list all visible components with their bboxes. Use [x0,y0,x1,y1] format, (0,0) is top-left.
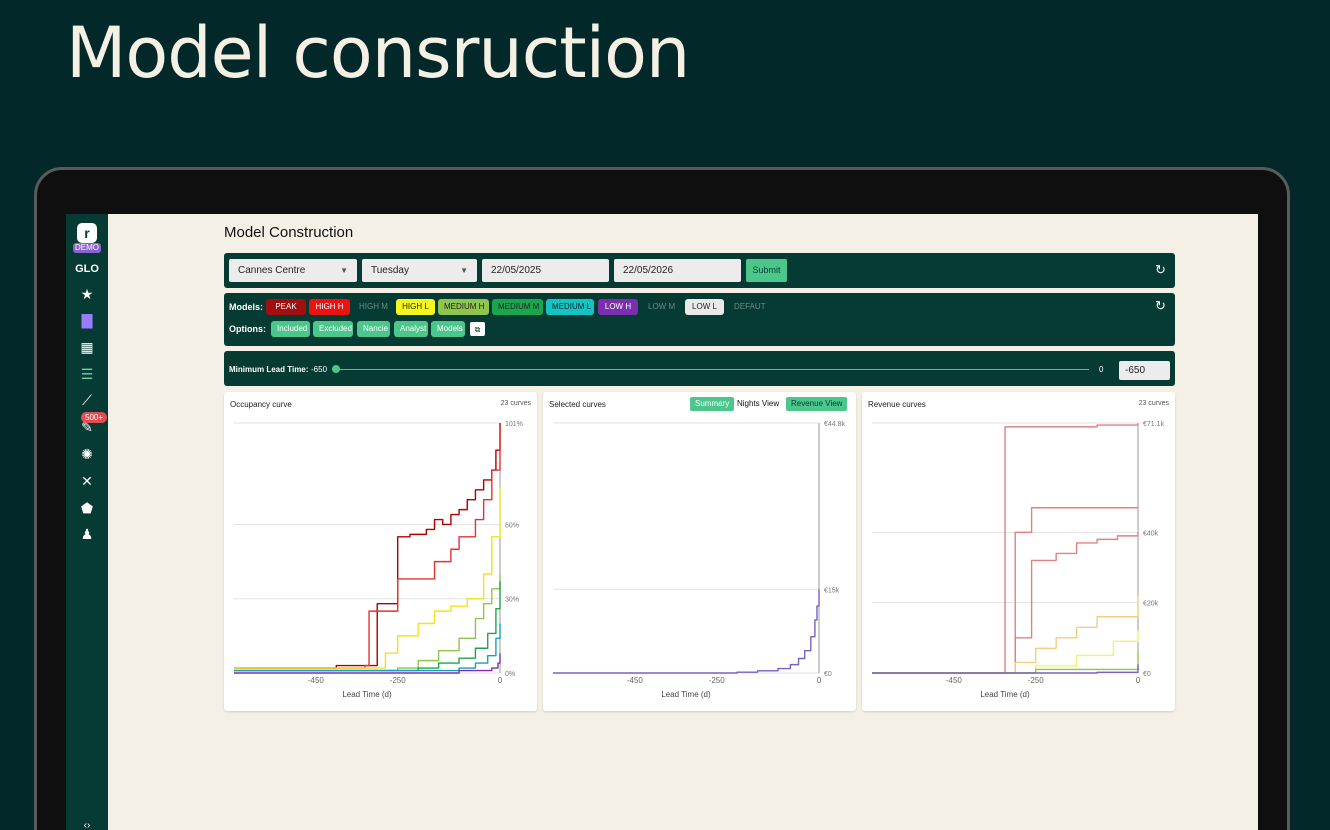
x-tick-label: -450 [946,676,963,685]
workspace-label[interactable]: GLO [66,263,108,275]
series-line [234,487,501,669]
chevron-down-icon: ▼ [460,266,468,275]
options-label: Options: [229,324,266,334]
hotel-select-value: Cannes Centre [238,265,306,276]
y-tick-label: €40k [1143,530,1159,537]
x-axis-label: Lead Time (d) [980,690,1030,699]
occupancy-chart[interactable]: 0% 30% 60% 101% -450 -250 0 Lead Time (d) [224,392,537,711]
option-chip-analyst[interactable]: Analyst [394,321,428,337]
x-tick-label: -250 [1028,676,1045,685]
hero-title: Model consruction [66,12,690,94]
model-chip-low-h[interactable]: LOW H [598,299,638,315]
app-screen: r DEMO GLO ★ ▇ ▦ ☰ ⟋ ✎ 500+ ✺ ✕ ⬟ ♟ ‹› M… [66,214,1258,830]
y-tick-label: 30% [505,597,519,604]
chevron-down-icon: ▼ [340,266,348,275]
model-chip-high-l[interactable]: HIGH L [396,299,435,315]
sliders-icon[interactable]: ☰ [66,366,108,382]
x-tick-label: -250 [390,676,407,685]
revenue-chart[interactable]: €0 €20k €40k €71.1k -450 -250 0 Lead Time (d) [862,392,1175,711]
x-axis-label: Lead Time (d) [661,690,711,699]
date-from-field[interactable]: 22/05/2025 [482,259,609,282]
y-tick-label: 60% [505,522,519,529]
lead-time-input[interactable]: -650 [1119,361,1170,380]
y-tick-label: €0 [1143,671,1151,678]
lead-time-max: 0 [1099,365,1104,374]
model-chip-low-m[interactable]: LOW M [642,299,680,315]
series-line [553,589,820,674]
page-title: Model Construction [224,224,354,241]
y-tick-label: €20k [1143,601,1159,608]
model-chip-peak[interactable]: PEAK [266,299,306,315]
expand-view-icon[interactable]: ⧉ [469,321,486,337]
user-settings-icon[interactable]: ♟ [66,526,108,542]
option-chip-nancie[interactable]: Nancie [357,321,390,337]
x-tick-label: -250 [709,676,726,685]
x-tick-label: 0 [498,676,503,685]
lead-time-min: -650 [311,365,328,374]
series-line [234,425,501,669]
hotel-select[interactable]: Cannes Centre ▼ [229,259,357,282]
model-chip-high-h[interactable]: HIGH H [309,299,350,315]
reset-icon[interactable]: ↻ [1155,298,1166,314]
revenue-panel: Revenue curves 23 curves €0 €20k €40k €71.1… [862,392,1175,711]
model-chip-medium-m[interactable]: MEDIUM M [492,299,543,315]
series-line [234,423,501,669]
lead-time-label: Minimum Lead Time: [229,365,309,374]
dashboard-add-icon[interactable]: ▦ [66,339,108,355]
selected-chart[interactable]: €0 €15k €44.8k -450 -250 0 Lead Time (d) [543,392,856,711]
app-logo[interactable]: r [77,223,97,243]
demo-badge: DEMO [73,243,101,253]
notification-badge: 500+ [81,412,108,423]
y-tick-label: €44.8k [824,421,846,428]
x-tick-label: 0 [817,676,822,685]
model-chip-default[interactable]: DEFAUT [728,299,768,315]
lead-time-bar: Minimum Lead Time: -650 0 -650 [224,351,1175,386]
y-tick-label: €71.1k [1143,421,1165,428]
y-tick-label: €0 [824,671,832,678]
models-label: Models: [229,302,264,312]
option-chip-included[interactable]: Included [271,321,310,337]
x-tick-label: -450 [627,676,644,685]
filter-bar: Cannes Centre ▼ Tuesday ▼ 22/05/2025 22/… [224,253,1175,288]
model-chip-low-l[interactable]: LOW L [685,299,724,315]
y-tick-label: €15k [824,587,840,594]
lead-time-slider-track[interactable] [336,369,1089,370]
sidebar: r DEMO GLO ★ ▇ ▦ ☰ ⟋ ✎ 500+ ✺ ✕ ⬟ ♟ ‹› [66,214,108,830]
series-line [234,573,501,672]
series-line [234,581,501,672]
option-chip-models[interactable]: Models [431,321,465,337]
chart-search-icon[interactable]: ⟋ [66,392,108,408]
models-bar: Models: PEAK HIGH H HIGH M HIGH L MEDIUM… [224,293,1175,346]
series-line [872,423,1139,674]
y-tick-label: 0% [505,671,515,678]
series-line [234,623,501,672]
day-select[interactable]: Tuesday ▼ [362,259,477,282]
model-chip-high-m[interactable]: HIGH M [353,299,393,315]
settings-icon[interactable]: ✺ [66,446,108,462]
day-select-value: Tuesday [371,265,409,276]
model-chip-medium-h[interactable]: MEDIUM H [438,299,489,315]
x-tick-label: 0 [1136,676,1141,685]
y-tick-label: 101% [505,421,523,428]
lead-time-slider-handle[interactable] [332,365,340,373]
pricing-icon[interactable]: ▇ [66,312,108,328]
hammer-icon[interactable]: ✕ [66,473,108,489]
model-chip-medium-l[interactable]: MEDIUM L [546,299,594,315]
star-icon[interactable]: ★ [66,286,108,302]
option-chip-excluded[interactable]: Excluded [313,321,353,337]
security-icon[interactable]: ⬟ [66,500,108,516]
expand-icon[interactable]: ‹› [66,818,108,830]
date-to-field[interactable]: 22/05/2026 [614,259,741,282]
occupancy-panel: Occupancy curve 23 curves 0% 30% 60% 101% -4… [224,392,537,711]
x-axis-label: Lead Time (d) [342,690,392,699]
submit-button[interactable]: Submit [746,259,787,282]
reset-icon[interactable]: ↻ [1155,262,1166,278]
x-tick-label: -450 [308,676,325,685]
selected-panel: Selected curves Summary Nights View Reve… [543,392,856,711]
